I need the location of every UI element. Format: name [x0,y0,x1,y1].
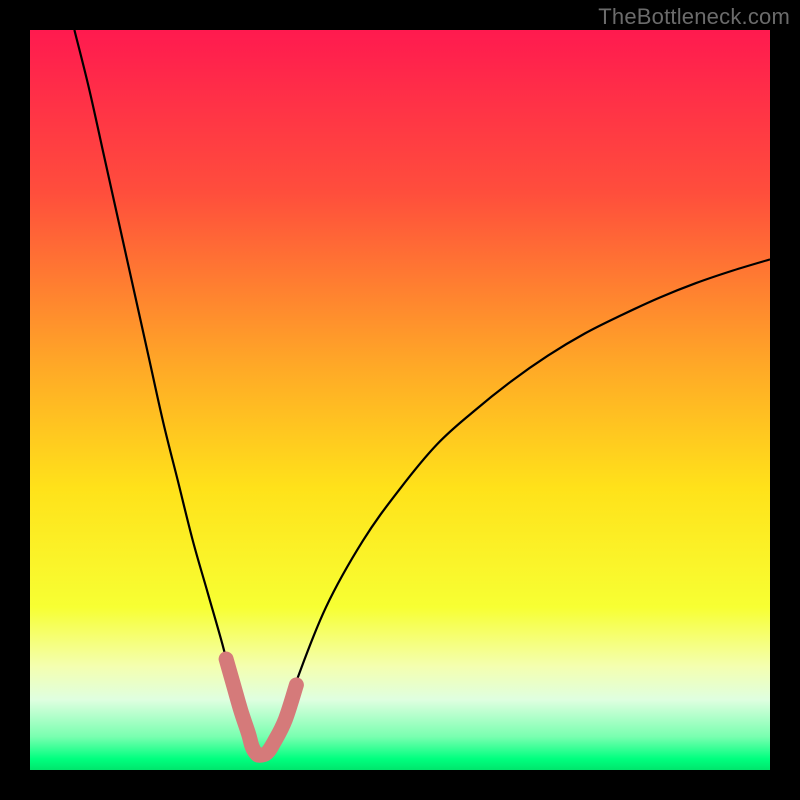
chart-frame [30,30,770,770]
gradient-background [30,30,770,770]
watermark-text: TheBottleneck.com [598,4,790,30]
bottleneck-chart [30,30,770,770]
